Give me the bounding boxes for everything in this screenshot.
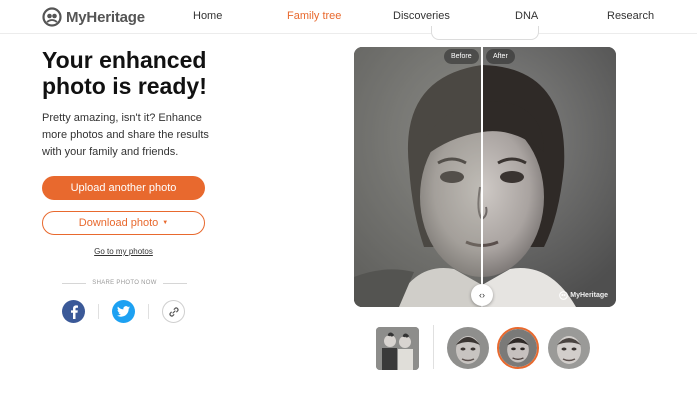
thumbnail-separator xyxy=(433,325,434,369)
myheritage-logo[interactable]: MyHeritage xyxy=(42,7,145,27)
share-line-left xyxy=(62,282,87,284)
share-separator xyxy=(98,304,99,319)
brand-name: MyHeritage xyxy=(66,8,145,26)
top-header: MyHeritage Home Family tree Discoveries … xyxy=(0,0,697,34)
share-divider: SHARE PHOTO NOW xyxy=(62,279,187,287)
facebook-icon xyxy=(70,304,78,319)
result-description: Pretty amazing, isn't it? Enhance more p… xyxy=(42,112,209,158)
before-label: Before xyxy=(444,49,479,64)
myheritage-logo-icon xyxy=(42,7,62,27)
nav-discoveries[interactable]: Discoveries xyxy=(393,10,450,22)
photo-compare-viewer[interactable]: Before After ‹› MyHeritage xyxy=(354,47,616,307)
page-title: Your enhanced photo is ready! xyxy=(42,47,207,99)
twitter-icon xyxy=(117,306,130,317)
download-photo-button[interactable]: Download photo ▼ xyxy=(42,211,205,235)
face-photo xyxy=(499,329,537,367)
face-thumbnail[interactable] xyxy=(447,327,489,369)
link-icon xyxy=(168,306,179,317)
group-photo xyxy=(376,327,419,370)
face-photo xyxy=(447,327,489,369)
upload-another-photo-button[interactable]: Upload another photo xyxy=(42,176,205,200)
compare-handle-icon[interactable]: ‹› xyxy=(471,284,493,306)
original-photo-thumbnail[interactable] xyxy=(376,327,419,370)
download-button-label: Download photo xyxy=(78,217,159,229)
go-to-my-photos-link[interactable]: Go to my photos xyxy=(42,247,205,256)
nav-family-tree[interactable]: Family tree xyxy=(287,10,341,22)
nav-dna[interactable]: DNA xyxy=(515,10,538,22)
face-thumbnail[interactable] xyxy=(548,327,590,369)
share-separator xyxy=(148,304,149,319)
before-overlay xyxy=(354,47,482,307)
myheritage-watermark-icon xyxy=(559,291,569,300)
after-label: After xyxy=(486,49,515,64)
nav-home[interactable]: Home xyxy=(193,10,222,22)
face-photo xyxy=(548,327,590,369)
twitter-share-button[interactable] xyxy=(112,300,135,323)
share-line-right xyxy=(162,282,187,284)
copy-link-button[interactable] xyxy=(162,300,185,323)
compare-divider[interactable] xyxy=(481,47,483,307)
facebook-share-button[interactable] xyxy=(62,300,85,323)
upload-button-label: Upload another photo xyxy=(70,182,177,194)
share-label: SHARE PHOTO NOW xyxy=(92,280,157,286)
viewer-top-tab xyxy=(431,26,539,40)
watermark-text: MyHeritage xyxy=(570,292,608,299)
caret-down-icon: ▼ xyxy=(162,220,169,226)
watermark: MyHeritage xyxy=(559,291,608,300)
face-thumbnail[interactable] xyxy=(497,327,539,369)
nav-research[interactable]: Research xyxy=(607,10,654,22)
